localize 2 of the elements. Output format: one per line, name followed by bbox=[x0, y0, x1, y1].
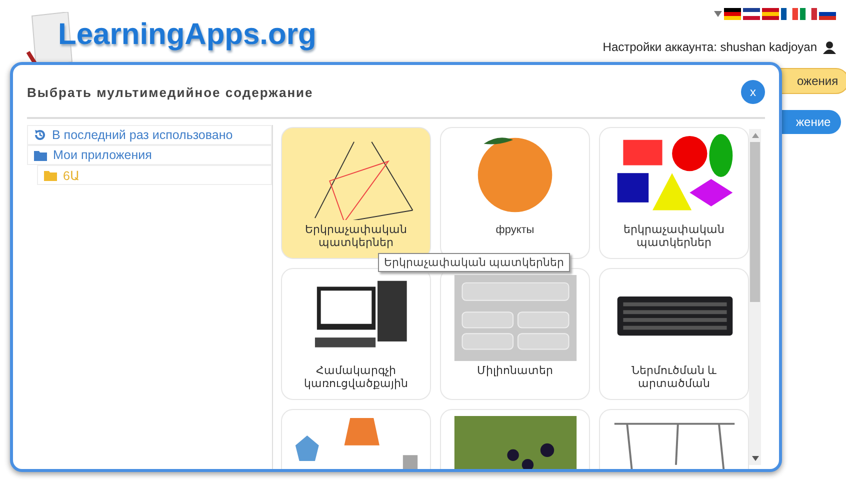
dialog-title: Выбрать мультимедийное содержание bbox=[27, 84, 314, 100]
tooltip: Երկրաչափական պատկերներ bbox=[378, 253, 570, 272]
